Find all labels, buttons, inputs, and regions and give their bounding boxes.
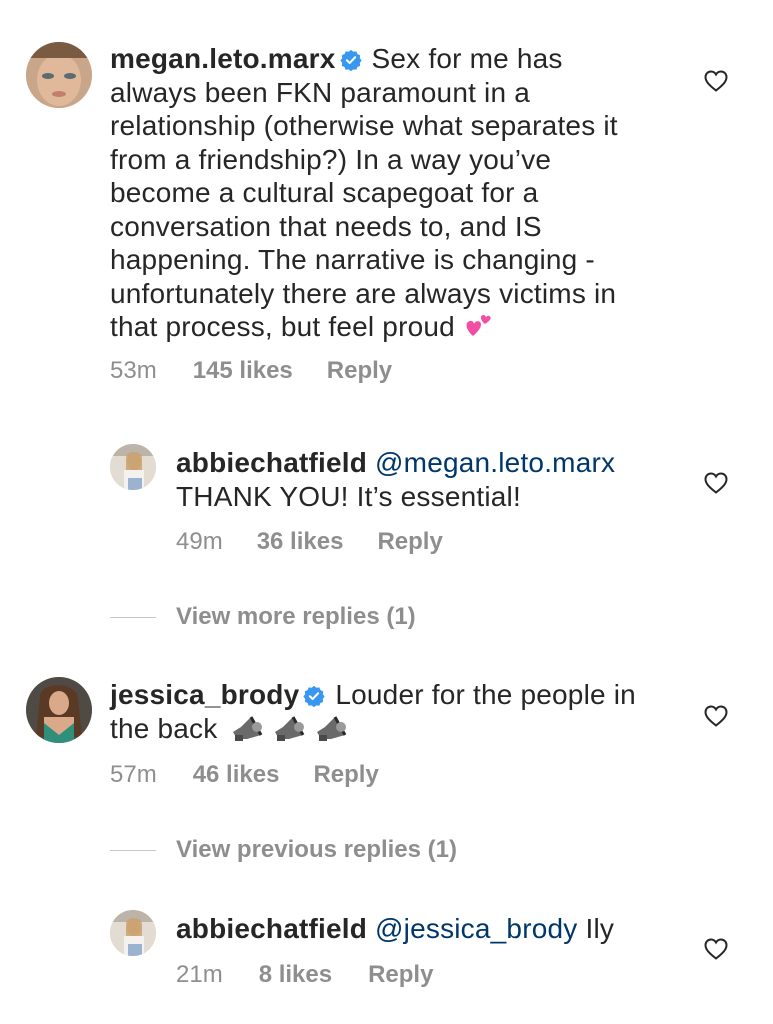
- verified-badge-icon: [339, 49, 362, 71]
- comment-text-segment: Louder for the people in: [335, 679, 636, 710]
- loudspeaker-icon: [317, 715, 347, 741]
- loudspeaker-icon: [233, 715, 263, 741]
- avatar[interactable]: [26, 677, 92, 743]
- comment-line-1: abbiechatfield @jessica_brody Ily: [176, 912, 736, 946]
- avatar[interactable]: [110, 910, 156, 956]
- likes-count[interactable]: 36 likes: [257, 528, 344, 556]
- comment-line-9: that process, but feel proud: [110, 310, 710, 344]
- likes-count[interactable]: 145 likes: [193, 357, 293, 385]
- replies-divider-line: [110, 617, 156, 618]
- view-more-replies-button[interactable]: View more replies (1): [176, 603, 416, 631]
- like-heart-icon[interactable]: [704, 705, 728, 727]
- username[interactable]: abbiechatfield: [176, 447, 367, 478]
- two-hearts-icon: [466, 314, 491, 336]
- comment-meta: 49m 36 likes Reply: [176, 528, 443, 556]
- avatar-image: [26, 677, 92, 743]
- comment-text: megan.leto.marx Sex for me has always be…: [110, 42, 710, 344]
- comment-meta: 57m 46 likes Reply: [110, 761, 379, 789]
- mention-link[interactable]: @jessica_brody: [375, 913, 577, 944]
- comment-line-1: abbiechatfield @megan.leto.marx: [176, 446, 736, 480]
- comment-line-2: the back: [110, 712, 710, 751]
- view-previous-replies-button[interactable]: View previous replies (1): [176, 836, 457, 864]
- replies-divider-line: [110, 850, 156, 851]
- avatar[interactable]: [26, 42, 92, 108]
- comment-line-7: happening. The narrative is changing -: [110, 244, 595, 275]
- loudspeaker-emojis: [231, 715, 349, 751]
- username[interactable]: abbiechatfield: [176, 913, 367, 944]
- reply-button[interactable]: Reply: [368, 961, 433, 989]
- mention-link[interactable]: @megan.leto.marx: [375, 447, 615, 478]
- like-heart-icon[interactable]: [704, 472, 728, 494]
- avatar-image: [110, 444, 156, 490]
- likes-count[interactable]: 8 likes: [259, 961, 332, 989]
- comment-time: 53m: [110, 357, 157, 384]
- username[interactable]: jessica_brody: [110, 679, 299, 710]
- loudspeaker-icon: [275, 715, 305, 741]
- comment-text: jessica_brody Louder for the people in t…: [110, 678, 710, 750]
- like-heart-icon[interactable]: [704, 70, 728, 92]
- avatar-image: [110, 910, 156, 956]
- comment-time: 49m: [176, 528, 223, 555]
- comment-time: 21m: [176, 961, 223, 988]
- comment-line-1: megan.leto.marx Sex for me has: [110, 42, 710, 76]
- comment-meta: 21m 8 likes Reply: [176, 961, 433, 989]
- like-heart-icon[interactable]: [704, 938, 728, 960]
- likes-count[interactable]: 46 likes: [193, 761, 280, 789]
- reply-button[interactable]: Reply: [313, 761, 378, 789]
- comment-text-segment: that process, but feel proud: [110, 311, 455, 342]
- comment-line-4: from a friendship?) In a way you’ve: [110, 143, 552, 175]
- comment-line-6: conversation that needs to, and IS: [110, 210, 542, 242]
- comment-line-2: always been FKN paramount in a: [110, 76, 530, 108]
- comment-line-2: THANK YOU! It’s essential!: [176, 480, 521, 512]
- comment-text-segment: the back: [110, 712, 218, 744]
- username[interactable]: megan.leto.marx: [110, 43, 336, 74]
- comment-line-3: relationship (otherwise what separates i…: [110, 110, 618, 141]
- reply-button[interactable]: Reply: [327, 357, 392, 385]
- avatar[interactable]: [110, 444, 156, 490]
- comment-line-5: become a cultural scapegoat for a: [110, 177, 539, 208]
- comment-text-segment: Sex for me has: [371, 43, 563, 74]
- avatar-image: [26, 42, 92, 108]
- verified-badge-icon: [303, 685, 326, 707]
- comment-text-segment: Ily: [585, 913, 615, 944]
- comment-text: abbiechatfield @megan.leto.marx THANK YO…: [176, 446, 736, 513]
- comment-time: 57m: [110, 761, 157, 788]
- reply-button[interactable]: Reply: [377, 528, 442, 556]
- comment-line-1: jessica_brody Louder for the people in: [110, 678, 710, 712]
- comment-text: abbiechatfield @jessica_brody Ily: [176, 912, 736, 946]
- comment-line-8: unfortunately there are always victims i…: [110, 277, 617, 309]
- comment-meta: 53m 145 likes Reply: [110, 357, 392, 385]
